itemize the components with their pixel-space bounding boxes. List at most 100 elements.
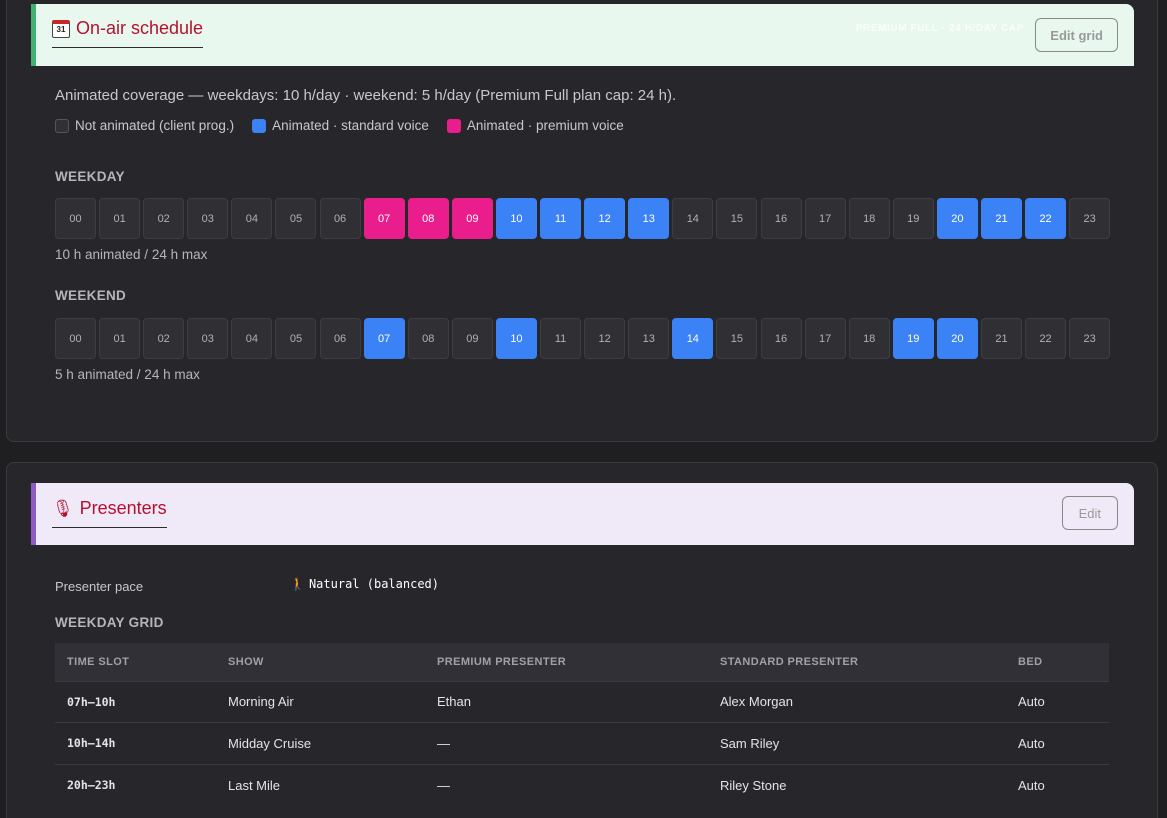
- weekend-hour-16[interactable]: 16: [760, 318, 802, 359]
- weekend-hour-00[interactable]: 00: [55, 318, 96, 359]
- presenter-pace-text: Natural (balanced): [308, 577, 439, 591]
- weekend-hour-19[interactable]: 19: [892, 318, 934, 359]
- cell-premium-presenter: Ethan: [425, 680, 708, 723]
- weekday-label: WEEKDAY: [55, 169, 125, 184]
- weekend-hour-17[interactable]: 17: [804, 318, 846, 359]
- weekday-hour-06[interactable]: 06: [319, 198, 361, 239]
- weekend-hour-07[interactable]: 07: [363, 318, 405, 359]
- legend-label-off: Not animated (client prog.): [75, 118, 235, 133]
- weekday-hour-09[interactable]: 09: [451, 198, 493, 239]
- legend-swatch-premium: [446, 118, 461, 133]
- weekday-hour-02[interactable]: 02: [143, 198, 185, 239]
- calendar-icon: 31: [52, 19, 70, 38]
- table-row[interactable]: 07h–10h Morning Air Ethan Alex Morgan Au…: [55, 680, 1109, 723]
- legend-swatch-off: [55, 118, 69, 133]
- schedule-card: 31 On-air schedule PREMIUM FULL · 24 H/D…: [6, 0, 1158, 442]
- weekend-hour-14[interactable]: 14: [672, 318, 714, 359]
- coverage-summary: Animated coverage — weekdays: 10 h/day ·…: [55, 87, 677, 104]
- weekend-hour-12[interactable]: 12: [584, 318, 626, 359]
- weekend-hour-18[interactable]: 18: [848, 318, 890, 359]
- weekend-hour-11[interactable]: 11: [540, 318, 582, 359]
- presenter-pace-label: Presenter pace: [55, 579, 144, 594]
- weekday-hour-20[interactable]: 20: [936, 198, 978, 239]
- weekend-hour-09[interactable]: 09: [451, 318, 493, 359]
- weekend-hour-06[interactable]: 06: [319, 318, 361, 359]
- weekday-hour-08[interactable]: 08: [407, 198, 449, 239]
- cell-show: Morning Air: [216, 680, 425, 723]
- edit-presenters-button[interactable]: Edit: [1061, 496, 1118, 530]
- walking-person-icon: 🚶: [290, 577, 305, 591]
- weekday-hour-12[interactable]: 12: [584, 198, 626, 239]
- microphone-icon: 🎙: [52, 499, 74, 518]
- weekend-hour-10[interactable]: 10: [495, 318, 537, 359]
- presenters-card: 🎙 Presenters Edit Presenter pace 🚶 Natur…: [6, 462, 1158, 818]
- legend: Not animated (client prog.) Animated · s…: [55, 118, 624, 133]
- presenters-title: 🎙 Presenters: [52, 498, 167, 528]
- legend-swatch-standard: [252, 118, 267, 133]
- col-show: SHOW: [228, 655, 264, 668]
- table-row[interactable]: 20h–23h Last Mile — Riley Stone Auto: [55, 763, 1109, 806]
- legend-label-premium: Animated · premium voice: [466, 118, 624, 133]
- presenters-table: TIME SLOT SHOW PREMIUM PRESENTER STANDAR…: [55, 643, 1109, 806]
- weekend-hour-04[interactable]: 04: [231, 318, 273, 359]
- weekday-hour-01[interactable]: 01: [99, 198, 141, 239]
- weekend-hour-08[interactable]: 08: [407, 318, 449, 359]
- weekday-hour-11[interactable]: 11: [540, 198, 582, 239]
- weekend-hour-01[interactable]: 01: [99, 318, 141, 359]
- weekend-hour-05[interactable]: 05: [275, 318, 317, 359]
- weekday-hour-15[interactable]: 15: [716, 198, 758, 239]
- cell-standard-presenter: Riley Stone: [708, 763, 1006, 806]
- weekday-hour-04[interactable]: 04: [231, 198, 273, 239]
- table-row[interactable]: 10h–14h Midday Cruise — Sam Riley Auto: [55, 722, 1109, 764]
- weekend-hour-20[interactable]: 20: [936, 318, 978, 359]
- legend-label-standard: Animated · standard voice: [272, 118, 429, 133]
- weekend-hours-row: 00 01 02 03 04 05 06 07 08 09 10 11 12 13 14 15 16 17 18 19…: [55, 318, 1111, 359]
- weekday-hour-17[interactable]: 17: [804, 198, 846, 239]
- presenter-pace-value: 🚶 Natural (balanced): [290, 577, 439, 591]
- weekday-hour-00[interactable]: 00: [55, 198, 96, 239]
- weekend-hour-21[interactable]: 21: [980, 318, 1022, 359]
- schedule-header: 31 On-air schedule PREMIUM FULL · 24 H/D…: [31, 4, 1134, 66]
- cell-time-slot: 20h–23h: [55, 763, 216, 806]
- table-header-row: TIME SLOT SHOW PREMIUM PRESENTER STANDAR…: [55, 643, 1109, 681]
- presenters-title-text: Presenters: [79, 498, 167, 518]
- weekday-hour-21[interactable]: 21: [980, 198, 1022, 239]
- plan-cap-badge: PREMIUM FULL · 24 H/DAY CAP: [855, 23, 1024, 34]
- cell-time-slot: 07h–10h: [55, 680, 216, 723]
- weekday-hour-05[interactable]: 05: [275, 198, 317, 239]
- edit-grid-button[interactable]: Edit grid: [1035, 18, 1118, 52]
- weekday-hour-16[interactable]: 16: [760, 198, 802, 239]
- legend-item-off: Not animated (client prog.): [55, 118, 234, 133]
- weekend-summary: 5 h animated / 24 h max: [55, 367, 200, 382]
- weekday-hour-03[interactable]: 03: [187, 198, 229, 239]
- weekend-hour-23[interactable]: 23: [1069, 318, 1111, 359]
- weekday-hour-23[interactable]: 23: [1069, 198, 1111, 239]
- weekday-hour-14[interactable]: 14: [672, 198, 714, 239]
- weekday-hours-row: 00 01 02 03 04 05 06 07 08 09 10 11 12 13 14 15 16 17 18 19…: [55, 198, 1111, 239]
- cell-premium-presenter: —: [425, 763, 708, 806]
- cell-bed: Auto: [1006, 680, 1109, 723]
- weekend-hour-03[interactable]: 03: [187, 318, 229, 359]
- weekend-hour-13[interactable]: 13: [628, 318, 670, 359]
- cell-bed: Auto: [1006, 763, 1109, 806]
- weekday-hour-13[interactable]: 13: [628, 198, 670, 239]
- weekday-hour-22[interactable]: 22: [1025, 198, 1067, 239]
- cell-time-slot: 10h–14h: [55, 722, 216, 764]
- weekday-hour-19[interactable]: 19: [892, 198, 934, 239]
- cell-premium-presenter: —: [425, 722, 708, 764]
- weekday-hour-07[interactable]: 07: [363, 198, 405, 239]
- cell-standard-presenter: Alex Morgan: [708, 680, 1006, 723]
- weekday-hour-18[interactable]: 18: [848, 198, 890, 239]
- cell-bed: Auto: [1006, 722, 1109, 764]
- schedule-title: 31 On-air schedule: [52, 18, 204, 48]
- weekday-hour-10[interactable]: 10: [495, 198, 537, 239]
- col-premium-presenter: PREMIUM PRESENTER: [437, 655, 567, 668]
- presenters-header: 🎙 Presenters Edit: [31, 483, 1134, 545]
- weekend-hour-22[interactable]: 22: [1025, 318, 1067, 359]
- weekday-grid-label: WEEKDAY GRID: [55, 615, 164, 630]
- weekend-hour-02[interactable]: 02: [143, 318, 185, 359]
- legend-item-premium: Animated · premium voice: [446, 118, 624, 133]
- col-standard-presenter: STANDARD PRESENTER: [720, 655, 859, 668]
- weekend-hour-15[interactable]: 15: [716, 318, 758, 359]
- col-bed: BED: [1018, 655, 1043, 668]
